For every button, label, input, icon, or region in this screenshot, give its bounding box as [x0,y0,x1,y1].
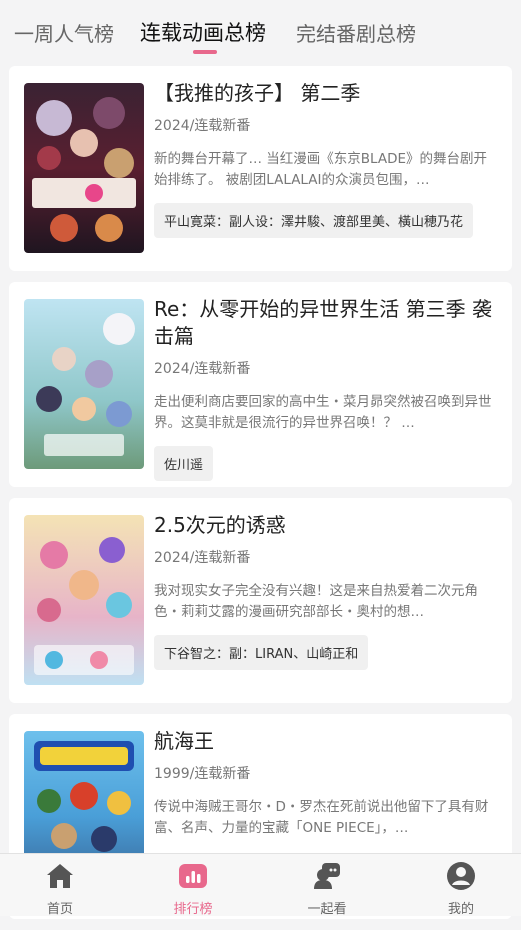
anime-title: 【我推的孩子】 第二季 [154,81,361,105]
nav-ranking-label: 排行榜 [173,902,213,917]
ranking-icon [128,860,258,892]
nav-watch-together-label: 一起看 [307,902,347,917]
nav-watch-together[interactable]: 一起看 [262,860,392,917]
anime-title: 2.5次元的诱惑 [154,513,286,537]
bottom-nav-bar: 首页 排行榜 一起看 我的 [0,853,521,917]
tab-completed-ranking[interactable]: 完结番剧总榜 [296,18,416,47]
nav-ranking[interactable]: 排行榜 [128,860,258,917]
anime-meta: 1999/连载新番 [154,766,251,782]
nav-home-label: 首页 [46,902,73,917]
top-tab-bar: 一周人气榜 连载动画总榜 完结番剧总榜 [0,0,521,62]
anime-description: 我对现实女子完全没有兴趣！这是来自热爱着二次元角色・莉莉艾露的漫画研究部部长・奥… [154,583,478,620]
anime-meta: 2024/连载新番 [154,361,251,377]
list-item[interactable]: Re：从零开始的异世界生活 第三季 袭击篇 2024/连载新番 走出便利商店要回… [9,282,512,487]
anime-ranking-list: 【我推的孩子】 第二季 2024/连载新番 新的舞台开幕了… 当红漫画《东京BL… [9,66,512,930]
staff-tag: 下谷智之：副：LIRAN、山崎正和 [154,635,369,670]
nav-profile[interactable]: 我的 [396,860,521,917]
cover-image [24,515,144,685]
anime-title: 航海王 [154,729,214,753]
tab-weekly-popular[interactable]: 一周人气榜 [14,18,114,47]
anime-description: 走出便利商店要回家的高中生・菜月昴突然被召唤到异世界。这莫非就是很流行的异世界召… [154,394,492,431]
anime-title: Re：从零开始的异世界生活 第三季 袭击篇 [154,297,493,348]
list-item[interactable]: 【我推的孩子】 第二季 2024/连载新番 新的舞台开幕了… 当红漫画《东京BL… [9,66,512,271]
home-icon [0,860,125,892]
active-tab-indicator [193,50,217,54]
list-item[interactable]: 2.5次元的诱惑 2024/连载新番 我对现实女子完全没有兴趣！这是来自热爱着二… [9,498,512,703]
staff-tag: 佐川遥 [154,446,214,481]
nav-profile-label: 我的 [447,902,474,917]
watch-together-icon [262,860,392,892]
tab-ongoing-ranking[interactable]: 连载动画总榜 [140,17,266,47]
cover-image [24,83,144,253]
anime-meta: 2024/连载新番 [154,550,251,566]
anime-meta: 2024/连载新番 [154,118,251,134]
anime-description: 传说中海贼王哥尔・D・罗杰在死前说出他留下了具有财富、名声、力量的宝藏「ONE … [154,799,489,836]
staff-tag: 平山寛菜：副人设：澤井駿、渡部里美、橫山穂乃花 [154,203,474,238]
anime-description: 新的舞台开幕了… 当红漫画《东京BLADE》的舞台剧开始排练了。 被剧团LALA… [154,151,488,188]
cover-image [24,299,144,469]
profile-icon [396,860,521,892]
nav-home[interactable]: 首页 [0,860,125,917]
